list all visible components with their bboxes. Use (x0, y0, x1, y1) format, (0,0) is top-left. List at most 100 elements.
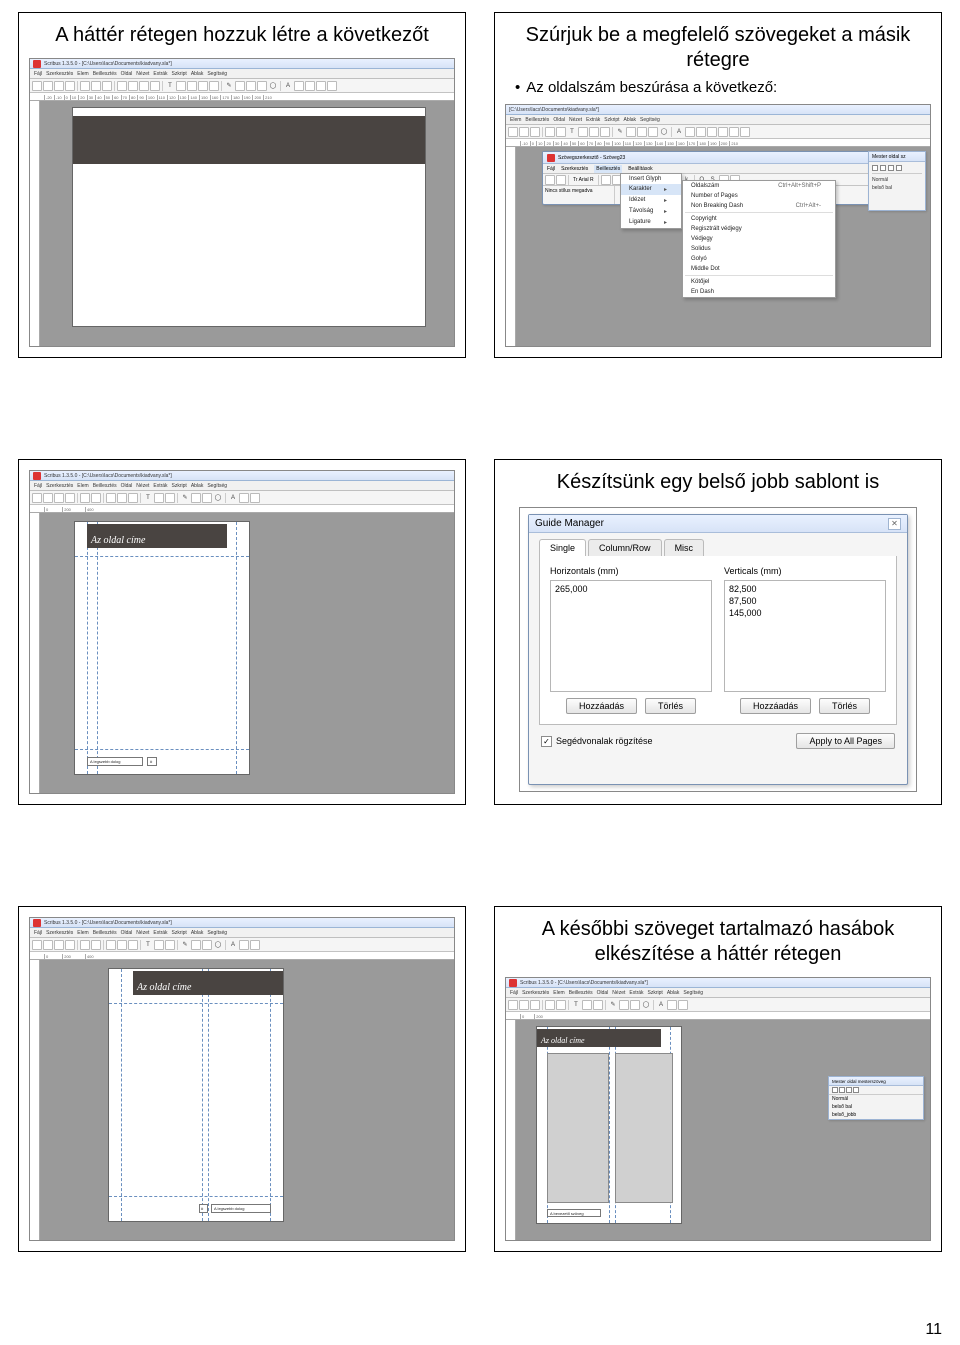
menubar[interactable]: Fájl Szerkesztés Elem Beillesztés Oldal … (506, 988, 930, 998)
toolbar-button[interactable] (209, 81, 219, 91)
document-page[interactable] (72, 107, 426, 327)
canvas[interactable]: Szövegszerkesztő - Szöveg23 Fájl Szerkes… (516, 147, 930, 346)
panel-button[interactable] (872, 165, 878, 171)
toolbar-button[interactable] (91, 81, 101, 91)
toolbar-button[interactable] (128, 81, 138, 91)
menu-item[interactable]: Ablak (191, 483, 204, 489)
toolbar-button[interactable] (250, 493, 260, 503)
list-item[interactable]: 87,500 (727, 595, 883, 607)
menu-item[interactable]: Ablak (667, 990, 680, 996)
panel-button[interactable] (839, 1087, 845, 1093)
menu-item[interactable]: Middle Dot (683, 264, 835, 274)
toolbar-button[interactable] (545, 127, 555, 137)
toolbar-button[interactable] (154, 940, 164, 950)
toolbar-button[interactable] (165, 493, 175, 503)
glyph-a[interactable]: A (228, 942, 238, 948)
shape-icon[interactable]: ◯ (268, 82, 278, 89)
menu-item[interactable]: Oldal (597, 990, 609, 996)
toolbar-button[interactable] (508, 127, 518, 137)
menu-item[interactable]: Ablak (191, 930, 204, 936)
menu-item[interactable]: Ablak (191, 71, 204, 77)
panel-button[interactable] (896, 165, 902, 171)
toolbar-button[interactable] (637, 127, 647, 137)
tab-misc[interactable]: Misc (664, 539, 705, 556)
panel-row[interactable]: Normál (872, 176, 922, 184)
toolbar-button[interactable] (80, 81, 90, 91)
canvas[interactable]: Az oldal címe A legszebb dolog # (40, 513, 454, 793)
menu-item[interactable]: Nézet (136, 483, 149, 489)
toolbar-button[interactable] (117, 493, 127, 503)
toolbar-button[interactable] (316, 81, 326, 91)
menu-item[interactable]: Beillesztés (93, 930, 117, 936)
dialog-tabs[interactable]: Single Column/Row Misc (529, 533, 907, 556)
tab-column-row[interactable]: Column/Row (588, 539, 662, 556)
text-tool-icon[interactable]: T (165, 83, 175, 89)
toolbar-button[interactable] (582, 1000, 592, 1010)
add-vertical-button[interactable]: Hozzáadás (740, 698, 811, 714)
toolbar-button[interactable] (578, 127, 588, 137)
menu-item[interactable]: Extrák (153, 71, 167, 77)
checkbox-checked-icon[interactable]: ✓ (541, 736, 552, 747)
menu-item[interactable]: Beillesztés (93, 71, 117, 77)
menu-item[interactable]: Fájl (34, 71, 42, 77)
delete-vertical-button[interactable]: Törlés (819, 698, 870, 714)
pencil-icon[interactable]: ✎ (224, 82, 234, 89)
menu-item[interactable]: Beillesztés (93, 483, 117, 489)
menu-item[interactable]: Golyó (683, 254, 835, 264)
toolbar-button[interactable] (239, 940, 249, 950)
toolbar-button[interactable] (43, 81, 53, 91)
menu-item[interactable]: Elem (77, 71, 88, 77)
menu-item[interactable]: Szerkesztés (46, 71, 73, 77)
toolbar-button[interactable] (202, 940, 212, 950)
lock-guides-checkbox[interactable]: ✓ Segédvonalak rögzítése (541, 736, 653, 747)
panel-row[interactable]: belső_jobb (829, 1111, 923, 1119)
menu-item[interactable]: Oldal (121, 930, 133, 936)
toolbar-button[interactable] (54, 493, 64, 503)
verticals-list[interactable]: 82,500 87,500 145,000 (724, 580, 886, 692)
panel-button[interactable] (853, 1087, 859, 1093)
toolbar-button[interactable] (696, 127, 706, 137)
menu-item[interactable]: Szerkesztés (561, 166, 588, 172)
toolbar-button[interactable] (556, 1000, 566, 1010)
toolbar-button[interactable] (718, 127, 728, 137)
toolbar-button[interactable] (545, 175, 555, 185)
toolbar-button[interactable] (32, 81, 42, 91)
menu-item[interactable]: Segítség (207, 483, 227, 489)
menu-item[interactable]: Védjegy (683, 234, 835, 244)
menu-item[interactable]: Segítség (683, 990, 703, 996)
menubar[interactable]: Fájl Szerkesztés Elem Beillesztés Oldal … (30, 69, 454, 79)
toolbar-button[interactable] (729, 127, 739, 137)
toolbar-button[interactable] (65, 493, 75, 503)
toolbar-button[interactable] (685, 127, 695, 137)
menu-item[interactable]: Nézet (136, 930, 149, 936)
menu-item[interactable]: Idézet▸ (621, 195, 681, 206)
toolbar-button[interactable] (257, 81, 267, 91)
panel-button[interactable] (880, 165, 886, 171)
menu-item[interactable]: Fájl (510, 990, 518, 996)
character-submenu[interactable]: OldalszámCtrl+Alt+Shift+P Number of Page… (682, 180, 836, 298)
toolbar-button[interactable] (601, 175, 611, 185)
menu-item[interactable]: Extrák (629, 990, 643, 996)
menu-item[interactable]: Fájl (547, 166, 555, 172)
toolbar-button[interactable] (91, 493, 101, 503)
toolbar-button[interactable] (556, 175, 566, 185)
story-editor-menubar[interactable]: Fájl Szerkesztés Beillesztés Beállítások (543, 164, 869, 174)
toolbar-button[interactable] (106, 940, 116, 950)
menu-item[interactable]: Solidus (683, 244, 835, 254)
toolbar-button[interactable] (176, 81, 186, 91)
panel-row[interactable]: belső bal (872, 184, 922, 192)
master-page-panel[interactable]: Mester oldal sz Normál belső bal (868, 151, 926, 211)
toolbar-button[interactable] (600, 127, 610, 137)
toolbar-button[interactable] (32, 493, 42, 503)
menu-item[interactable]: Távolság▸ (621, 206, 681, 217)
toolbar-button[interactable] (165, 940, 175, 950)
toolbar-button[interactable] (519, 1000, 529, 1010)
menu-item[interactable]: Regisztrált védjegy (683, 224, 835, 234)
toolbar-button[interactable] (65, 81, 75, 91)
toolbar[interactable]: T ✎◯ A (30, 938, 454, 952)
panel-button[interactable] (888, 165, 894, 171)
toolbar-button[interactable] (626, 127, 636, 137)
menubar[interactable]: Fájl Szerkesztés Elem Beillesztés Oldal … (30, 928, 454, 938)
toolbar-button[interactable] (519, 127, 529, 137)
delete-horizontal-button[interactable]: Törlés (645, 698, 696, 714)
